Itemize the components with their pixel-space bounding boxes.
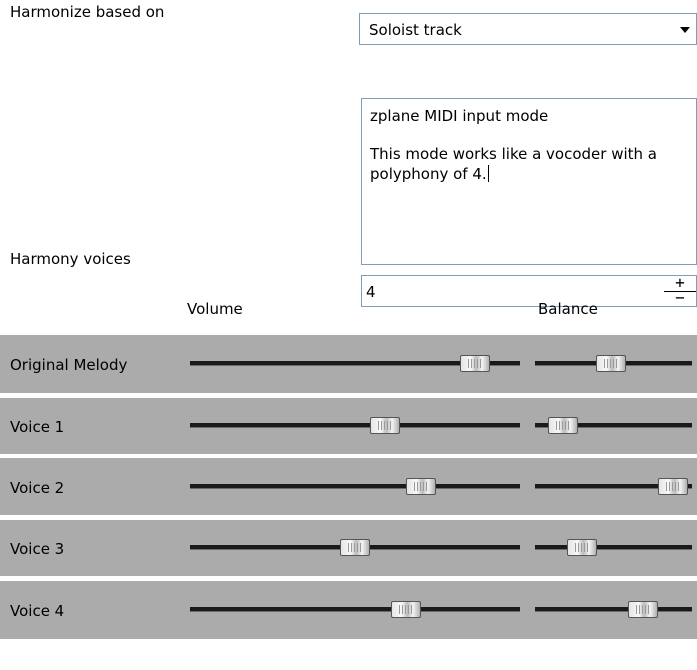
- volume-slider-thumb[interactable]: [391, 601, 421, 618]
- harmonize-source-dropdown[interactable]: Soloist track: [359, 13, 697, 45]
- voice-row: Voice 2: [0, 458, 697, 515]
- volume-slider-thumb[interactable]: [460, 355, 490, 372]
- voice-row: Voice 3: [0, 520, 697, 576]
- harmonize-label: Harmonize based on: [10, 3, 165, 21]
- voice-row-label: Voice 3: [10, 540, 65, 558]
- volume-header: Volume: [187, 300, 243, 318]
- balance-slider-track[interactable]: [535, 545, 692, 550]
- harmony-voices-spinner[interactable]: + −: [664, 275, 696, 306]
- voice-row-label: Voice 1: [10, 418, 65, 436]
- chevron-down-icon[interactable]: [680, 27, 690, 33]
- harmonize-source-value: Soloist track: [369, 21, 462, 39]
- text-caret: [487, 165, 489, 182]
- volume-slider-thumb[interactable]: [406, 478, 436, 495]
- voice-row-label: Original Melody: [10, 356, 128, 374]
- volume-slider-thumb[interactable]: [370, 417, 400, 434]
- volume-slider-track[interactable]: [190, 484, 520, 489]
- voice-row: Voice 1: [0, 398, 697, 454]
- volume-slider-track[interactable]: [190, 423, 520, 428]
- balance-header: Balance: [538, 300, 598, 318]
- mode-info-title: zplane MIDI input mode: [370, 107, 549, 125]
- harmony-voices-value: 4: [366, 283, 376, 301]
- harmony-voices-label: Harmony voices: [10, 250, 131, 268]
- balance-slider-track[interactable]: [535, 607, 692, 612]
- decrement-button[interactable]: −: [664, 290, 696, 306]
- voice-row: Original Melody: [0, 335, 697, 393]
- balance-slider-thumb[interactable]: [567, 539, 597, 556]
- mode-info-description: This mode works like a vocoder with a po…: [370, 145, 657, 183]
- voice-row-label: Voice 4: [10, 602, 65, 620]
- balance-slider-thumb[interactable]: [658, 478, 688, 495]
- balance-slider-thumb[interactable]: [628, 601, 658, 618]
- volume-slider-thumb[interactable]: [340, 539, 370, 556]
- mode-info-textbox[interactable]: zplane MIDI input mode This mode works l…: [361, 98, 697, 265]
- balance-slider-thumb[interactable]: [596, 355, 626, 372]
- balance-slider-thumb[interactable]: [548, 417, 578, 434]
- voice-row-label: Voice 2: [10, 479, 65, 497]
- volume-slider-track[interactable]: [190, 607, 520, 612]
- harmony-voices-field[interactable]: 4 + −: [361, 275, 697, 307]
- voice-row: Voice 4: [0, 581, 697, 639]
